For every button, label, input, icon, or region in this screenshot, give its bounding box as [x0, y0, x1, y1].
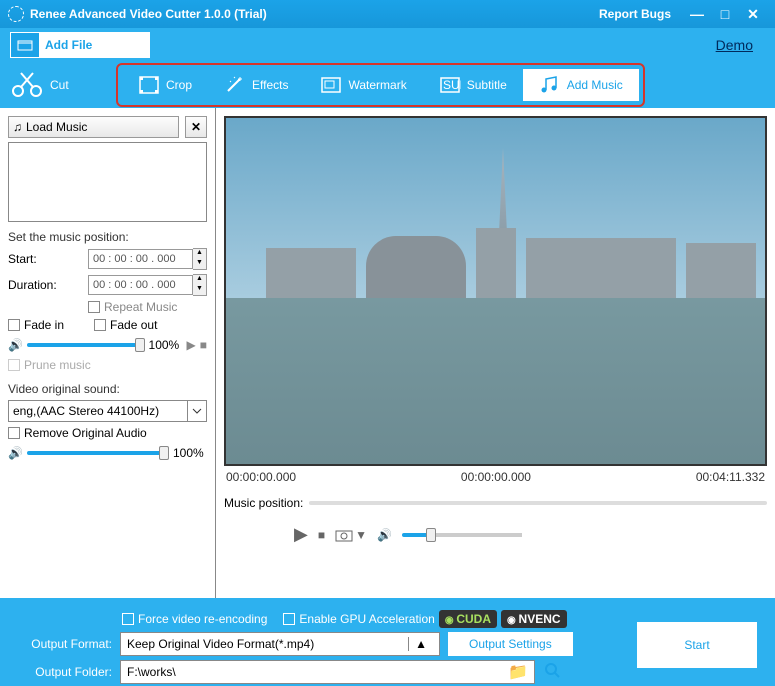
force-reencoding-label: Force video re-encoding [138, 612, 267, 626]
fade-out-label: Fade out [110, 318, 157, 332]
output-folder-value: F:\works\ [127, 665, 176, 679]
subtitle-icon: SUB [439, 75, 461, 95]
video-preview[interactable] [224, 116, 767, 466]
preview-volume-slider[interactable] [402, 533, 522, 537]
tab-watermark[interactable]: Watermark [304, 69, 422, 101]
output-format-value: Keep Original Video Format(*.mp4) [127, 637, 314, 651]
svg-text:SUB: SUB [443, 78, 461, 92]
title-bar: Renee Advanced Video Cutter 1.0.0 (Trial… [0, 0, 775, 28]
original-volume-value: 100% [173, 446, 207, 460]
crop-icon [138, 75, 160, 95]
music-volume-slider[interactable] [27, 343, 145, 347]
tab-add-music-label: Add Music [567, 78, 623, 92]
tabs-row: Cut Crop Effects Watermark SUB Subtitle … [0, 62, 775, 108]
start-spinner[interactable]: ▲▼ [193, 248, 207, 270]
browse-folder-icon[interactable]: 📁 [508, 662, 528, 682]
cut-label: Cut [50, 78, 69, 92]
duration-spinner[interactable]: ▲▼ [193, 274, 207, 296]
cut-tab[interactable]: Cut [10, 71, 110, 99]
file-toolbar: Add File Demo [0, 28, 775, 62]
start-label: Start: [8, 252, 88, 266]
output-format-label: Output Format: [12, 637, 112, 651]
fade-out-checkbox[interactable] [94, 319, 106, 331]
left-panel: ♫ Load Music ✕ Set the music position: S… [0, 108, 216, 598]
app-icon [8, 6, 24, 22]
original-volume-slider[interactable] [27, 451, 169, 455]
add-file-icon [11, 33, 39, 57]
speaker-icon: 🔊 [8, 446, 23, 460]
start-button[interactable]: Start [637, 622, 757, 668]
force-reencoding-checkbox[interactable] [122, 613, 134, 625]
music-position-slider[interactable] [309, 501, 767, 505]
note-icon: ♫ [13, 120, 22, 134]
tab-add-music[interactable]: Add Music [523, 69, 639, 101]
tab-subtitle[interactable]: SUB Subtitle [423, 69, 523, 101]
load-music-label: Load Music [26, 120, 87, 134]
clear-music-button[interactable]: ✕ [185, 116, 207, 138]
tab-crop[interactable]: Crop [122, 69, 208, 101]
prune-music-label: Prune music [24, 358, 91, 372]
time-current: 00:00:00.000 [461, 470, 531, 484]
preview-speaker-icon: 🔊 [377, 528, 392, 542]
tab-bar: Crop Effects Watermark SUB Subtitle Add … [116, 63, 645, 107]
remove-original-audio-checkbox[interactable] [8, 427, 20, 439]
load-music-button[interactable]: ♫ Load Music [8, 116, 179, 138]
nvenc-badge: ◉ NVENC [501, 610, 567, 628]
fade-in-label: Fade in [24, 318, 64, 332]
add-file-button[interactable]: Add File [10, 32, 150, 58]
output-folder-input[interactable]: F:\works\ 📁 [120, 660, 535, 684]
report-bugs-link[interactable]: Report Bugs [599, 7, 671, 21]
prune-music-checkbox [8, 359, 20, 371]
time-start: 00:00:00.000 [226, 470, 296, 484]
output-folder-label: Output Folder: [12, 665, 112, 679]
duration-label: Duration: [8, 278, 88, 292]
app-title: Renee Advanced Video Cutter 1.0.0 (Trial… [30, 7, 599, 21]
tab-effects[interactable]: Effects [208, 69, 304, 101]
speaker-icon: 🔊 [8, 338, 23, 352]
original-sound-header: Video original sound: [8, 382, 207, 396]
remove-original-audio-label: Remove Original Audio [24, 426, 147, 440]
timeline-timestamps: 00:00:00.000 00:00:00.000 00:04:11.332 [226, 470, 765, 484]
close-button[interactable]: ✕ [739, 6, 767, 23]
music-stop-button[interactable]: ■ [200, 338, 207, 352]
time-end: 00:04:11.332 [696, 470, 765, 484]
output-format-select[interactable]: Keep Original Video Format(*.mp4) ▲ [120, 632, 440, 656]
open-folder-icon[interactable] [543, 661, 561, 684]
preview-stop-button[interactable]: ■ [318, 528, 325, 542]
music-position-label: Music position: [224, 496, 303, 510]
preview-play-button[interactable]: ▶ [294, 524, 308, 545]
duration-time-input[interactable]: 00 : 00 : 00 . 000 [88, 275, 193, 295]
tab-effects-label: Effects [252, 78, 288, 92]
add-file-label: Add File [45, 38, 92, 52]
repeat-music-checkbox[interactable] [88, 301, 100, 313]
chevron-up-icon: ▲ [408, 637, 433, 651]
main-area: ♫ Load Music ✕ Set the music position: S… [0, 108, 775, 598]
tab-watermark-label: Watermark [348, 78, 406, 92]
snapshot-button[interactable]: ▼ [335, 528, 367, 542]
gpu-accel-checkbox[interactable] [283, 613, 295, 625]
music-play-button[interactable]: ▶ [187, 338, 196, 352]
audio-track-value: eng,(AAC Stereo 44100Hz) [13, 404, 159, 418]
gpu-accel-label: Enable GPU Acceleration [299, 612, 434, 626]
music-list[interactable] [8, 142, 207, 222]
tab-crop-label: Crop [166, 78, 192, 92]
minimize-button[interactable]: — [683, 6, 711, 22]
chevron-down-icon [187, 401, 202, 421]
scissors-icon [10, 71, 44, 99]
maximize-button[interactable]: □ [711, 6, 739, 22]
cuda-badge: ◉ CUDA [439, 610, 497, 628]
demo-link[interactable]: Demo [716, 37, 753, 53]
watermark-icon [320, 75, 342, 95]
fade-in-checkbox[interactable] [8, 319, 20, 331]
music-volume-value: 100% [149, 338, 183, 352]
audio-track-select[interactable]: eng,(AAC Stereo 44100Hz) [8, 400, 207, 422]
music-position-header: Set the music position: [8, 230, 207, 244]
repeat-music-label: Repeat Music [104, 300, 177, 314]
start-time-input[interactable]: 00 : 00 : 00 . 000 [88, 249, 193, 269]
tab-subtitle-label: Subtitle [467, 78, 507, 92]
wand-icon [224, 75, 246, 95]
output-settings-button[interactable]: Output Settings [448, 632, 573, 656]
right-panel: 00:00:00.000 00:00:00.000 00:04:11.332 M… [216, 108, 775, 598]
music-icon [539, 75, 561, 95]
